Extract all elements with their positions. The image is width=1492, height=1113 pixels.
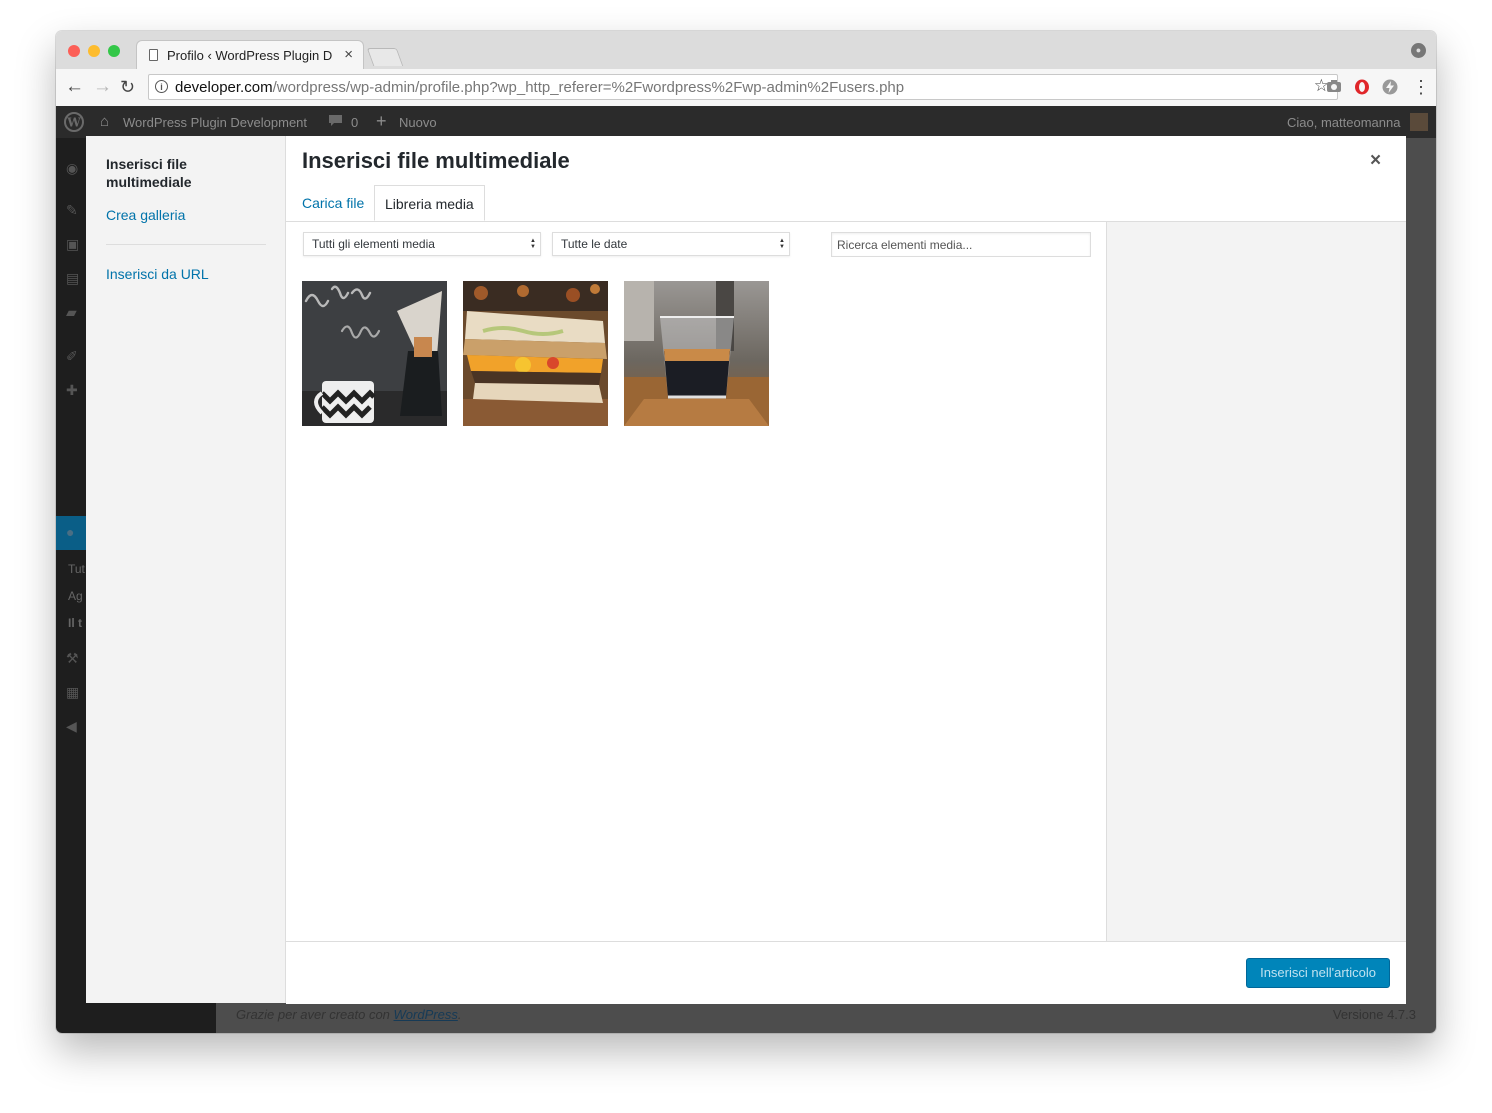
posts-pin-icon[interactable]: ✎ — [66, 202, 78, 219]
tab-media-library[interactable]: Libreria media — [374, 185, 485, 221]
sandwich-image — [463, 281, 608, 426]
tab-upload-files[interactable]: Carica file — [292, 185, 374, 221]
comments-count[interactable]: 0 — [351, 115, 358, 130]
user-avatar[interactable] — [1410, 113, 1428, 131]
tab-title: Profilo ‹ WordPress Plugin Dev — [167, 48, 332, 63]
address-url: developer.com/wordpress/wp-admin/profile… — [175, 79, 904, 96]
media-type-filter[interactable]: Tutti gli elementi media ▲ ▼ — [303, 232, 541, 256]
camera-extension-icon[interactable] — [1326, 79, 1342, 97]
svg-text:W: W — [66, 116, 81, 130]
tab-close-icon[interactable]: × — [344, 46, 353, 63]
browser-menu-icon[interactable]: ⋮ — [1412, 77, 1430, 97]
reload-icon[interactable]: ↻ — [120, 77, 135, 97]
wp-admin-bar: W ⌂ WordPress Plugin Development 0 + Nuo… — [56, 106, 1436, 138]
new-tab-button[interactable] — [366, 48, 404, 66]
submenu-item[interactable]: Tut — [68, 562, 85, 576]
menu-create-gallery[interactable]: Crea galleria — [106, 207, 185, 223]
footer-thanks-prefix: Grazie per aver creato con — [236, 1007, 390, 1022]
plugins-icon[interactable]: ✚ — [66, 382, 78, 399]
media-type-selected: Tutti gli elementi media — [312, 237, 435, 251]
browser-titlebar: Profilo ‹ WordPress Plugin Dev × ● — [56, 31, 1436, 70]
submenu-item[interactable]: Ag — [68, 589, 83, 603]
site-info-icon[interactable]: i — [155, 80, 168, 93]
wordpress-logo-icon[interactable]: W — [64, 112, 84, 135]
browser-window: Profilo ‹ WordPress Plugin Dev × ● ← → ↻… — [56, 31, 1436, 1033]
attachment-thumbnail[interactable] — [463, 281, 608, 426]
media-date-selected: Tutte le date — [561, 237, 628, 251]
media-modal: Inserisci file multimediale Crea galleri… — [86, 136, 1406, 1004]
modal-title: Inserisci file multimediale — [302, 148, 570, 173]
admin-footer-thanks: Grazie per aver creato con WordPress. — [236, 1007, 461, 1022]
select-arrows-icon: ▲ ▼ — [779, 238, 785, 250]
back-icon[interactable]: ← — [65, 77, 84, 97]
users-icon[interactable]: ● — [66, 524, 74, 540]
media-router: Carica file Libreria media — [286, 185, 1406, 222]
url-host: developer.com — [175, 79, 273, 96]
attachment-thumbnail[interactable] — [302, 281, 447, 426]
media-search-input[interactable] — [831, 232, 1091, 257]
select-arrows-icon: ▲ ▼ — [530, 238, 536, 250]
new-plus-icon: + — [376, 111, 387, 131]
browser-toolbar: ← → ↻ i developer.com/wordpress/wp-admin… — [56, 69, 1436, 107]
comments-icon[interactable] — [328, 114, 343, 131]
browser-tab[interactable]: Profilo ‹ WordPress Plugin Dev × — [136, 40, 364, 70]
home-icon: ⌂ — [100, 113, 110, 130]
modal-close-icon[interactable]: × — [1370, 150, 1381, 172]
dashboard-icon[interactable]: ◉ — [66, 160, 78, 177]
forward-icon[interactable]: → — [93, 77, 112, 97]
opera-extension-icon[interactable] — [1354, 79, 1370, 99]
minimize-window-button[interactable] — [88, 45, 100, 57]
bolt-extension-icon[interactable] — [1382, 79, 1398, 99]
profile-icon[interactable]: ● — [1411, 43, 1426, 58]
media-toolbar: Inserisci nell'articolo — [286, 941, 1406, 1004]
pages-icon[interactable]: ▤ — [66, 270, 79, 287]
menu-insert-from-url[interactable]: Inserisci da URL — [106, 266, 209, 282]
menu-insert-media[interactable]: Inserisci file multimediale — [106, 155, 266, 191]
maximize-window-button[interactable] — [108, 45, 120, 57]
media-date-filter[interactable]: Tutte le date ▲ ▼ — [552, 232, 790, 256]
url-path: /wordpress/wp-admin/profile.php?wp_http_… — [272, 79, 905, 96]
media-icon[interactable]: ▣ — [66, 236, 79, 253]
new-content-link[interactable]: Nuovo — [399, 115, 437, 130]
attachment-thumbnail[interactable] — [624, 281, 769, 426]
attachment-details-sidebar — [1106, 222, 1406, 941]
coffee-time-image — [302, 281, 447, 426]
address-bar[interactable]: i developer.com/wordpress/wp-admin/profi… — [148, 74, 1338, 100]
account-greeting[interactable]: Ciao, matteomanna — [1287, 115, 1400, 130]
espresso-image — [624, 281, 769, 426]
settings-icon[interactable]: ▦ — [66, 684, 79, 701]
collapse-menu-icon[interactable]: ◀ — [66, 718, 77, 735]
comments-menu-icon[interactable]: ▰ — [66, 304, 77, 321]
site-name-link[interactable]: WordPress Plugin Development — [123, 115, 307, 130]
media-menu: Inserisci file multimediale Crea galleri… — [86, 136, 286, 1003]
page-icon — [149, 49, 158, 61]
close-window-button[interactable] — [68, 45, 80, 57]
submenu-item[interactable]: Il t — [68, 616, 82, 630]
menu-separator — [106, 244, 266, 245]
footer-thanks-suffix: . — [457, 1007, 462, 1022]
insert-into-post-button[interactable]: Inserisci nell'articolo — [1246, 958, 1390, 988]
tools-icon[interactable]: ⚒ — [66, 650, 79, 667]
admin-footer-version: Versione 4.7.3 — [1332, 1007, 1416, 1022]
appearance-icon[interactable]: ✐ — [66, 348, 78, 365]
footer-wordpress-link[interactable]: WordPress — [394, 1007, 458, 1022]
